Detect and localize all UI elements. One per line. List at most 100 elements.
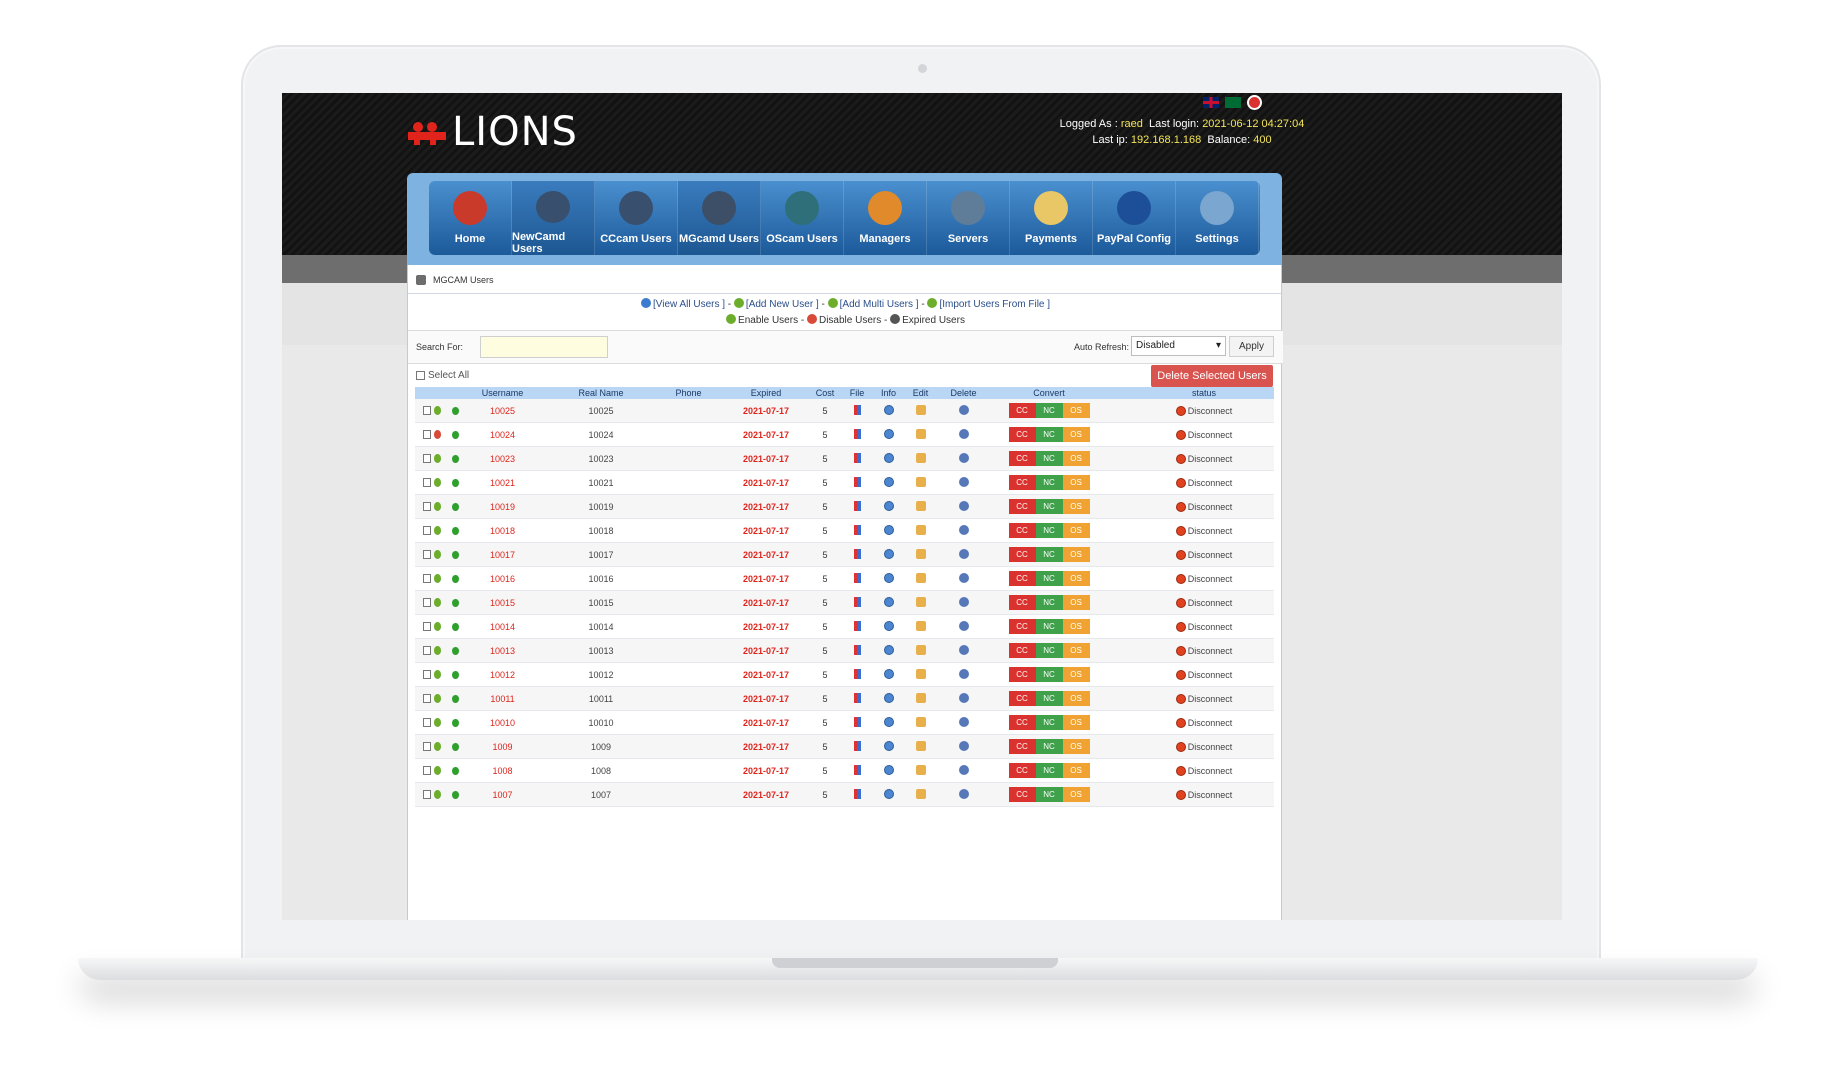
dollar-icon[interactable] bbox=[452, 694, 459, 703]
dollar-icon[interactable] bbox=[452, 406, 459, 415]
convert-nc-button[interactable]: NC bbox=[1035, 403, 1063, 418]
nav-item-oscam-users[interactable]: OScam Users bbox=[761, 181, 844, 255]
info-icon[interactable] bbox=[883, 452, 894, 463]
delete-icon[interactable] bbox=[958, 644, 969, 655]
file-icon[interactable] bbox=[853, 740, 861, 751]
status-disconnect[interactable]: Disconnect bbox=[1188, 622, 1233, 632]
info-icon[interactable] bbox=[883, 644, 894, 655]
convert-nc-button[interactable]: NC bbox=[1035, 547, 1063, 562]
edit-icon[interactable] bbox=[915, 620, 926, 631]
edit-icon[interactable] bbox=[915, 596, 926, 607]
apply-button[interactable]: Apply bbox=[1229, 336, 1274, 357]
convert-cc-button[interactable]: CC bbox=[1008, 475, 1036, 490]
convert-nc-button[interactable]: NC bbox=[1035, 691, 1063, 706]
dollar-icon[interactable] bbox=[452, 502, 459, 511]
delete-icon[interactable] bbox=[958, 428, 969, 439]
info-icon[interactable] bbox=[883, 548, 894, 559]
row-checkbox[interactable] bbox=[423, 598, 431, 607]
edit-icon[interactable] bbox=[915, 788, 926, 799]
info-icon[interactable] bbox=[883, 428, 894, 439]
convert-nc-button[interactable]: NC bbox=[1035, 715, 1063, 730]
info-icon[interactable] bbox=[883, 668, 894, 679]
username[interactable]: 10014 bbox=[459, 622, 546, 632]
convert-os-button[interactable]: OS bbox=[1062, 451, 1090, 466]
convert-cc-button[interactable]: CC bbox=[1008, 763, 1036, 778]
convert-os-button[interactable]: OS bbox=[1062, 667, 1090, 682]
username[interactable]: 1007 bbox=[459, 790, 546, 800]
dollar-icon[interactable] bbox=[452, 742, 459, 751]
site-logo[interactable]: LIONS bbox=[408, 109, 578, 155]
file-icon[interactable] bbox=[853, 452, 861, 463]
row-checkbox[interactable] bbox=[423, 766, 431, 775]
delete-icon[interactable] bbox=[958, 692, 969, 703]
delete-icon[interactable] bbox=[958, 764, 969, 775]
edit-icon[interactable] bbox=[915, 404, 926, 415]
convert-cc-button[interactable]: CC bbox=[1008, 451, 1036, 466]
info-icon[interactable] bbox=[883, 572, 894, 583]
row-checkbox[interactable] bbox=[423, 526, 431, 535]
status-disconnect[interactable]: Disconnect bbox=[1188, 766, 1233, 776]
dollar-icon[interactable] bbox=[452, 526, 459, 535]
file-icon[interactable] bbox=[853, 620, 861, 631]
dollar-icon[interactable] bbox=[452, 646, 459, 655]
row-checkbox[interactable] bbox=[423, 550, 431, 559]
convert-os-button[interactable]: OS bbox=[1062, 523, 1090, 538]
edit-icon[interactable] bbox=[915, 524, 926, 535]
delete-icon[interactable] bbox=[958, 596, 969, 607]
username[interactable]: 10015 bbox=[459, 598, 546, 608]
convert-os-button[interactable]: OS bbox=[1062, 403, 1090, 418]
convert-nc-button[interactable]: NC bbox=[1035, 763, 1063, 778]
status-disconnect[interactable]: Disconnect bbox=[1188, 598, 1233, 608]
convert-nc-button[interactable]: NC bbox=[1035, 571, 1063, 586]
convert-os-button[interactable]: OS bbox=[1062, 427, 1090, 442]
status-disconnect[interactable]: Disconnect bbox=[1188, 502, 1233, 512]
dollar-icon[interactable] bbox=[452, 430, 459, 439]
edit-icon[interactable] bbox=[915, 572, 926, 583]
file-icon[interactable] bbox=[853, 476, 861, 487]
status-disconnect[interactable]: Disconnect bbox=[1188, 742, 1233, 752]
nav-item-cccam-users[interactable]: CCcam Users bbox=[595, 181, 678, 255]
status-disconnect[interactable]: Disconnect bbox=[1188, 526, 1233, 536]
status-disconnect[interactable]: Disconnect bbox=[1188, 550, 1233, 560]
status-disconnect[interactable]: Disconnect bbox=[1188, 694, 1233, 704]
row-checkbox[interactable] bbox=[423, 646, 431, 655]
username[interactable]: 10025 bbox=[459, 406, 546, 416]
file-icon[interactable] bbox=[853, 716, 861, 727]
row-checkbox[interactable] bbox=[423, 502, 431, 511]
dollar-icon[interactable] bbox=[452, 622, 459, 631]
info-icon[interactable] bbox=[883, 476, 894, 487]
convert-nc-button[interactable]: NC bbox=[1035, 499, 1063, 514]
enable-users-link[interactable]: Enable Users bbox=[738, 315, 798, 326]
status-disconnect[interactable]: Disconnect bbox=[1188, 670, 1233, 680]
info-icon[interactable] bbox=[883, 788, 894, 799]
row-checkbox[interactable] bbox=[423, 406, 431, 415]
edit-icon[interactable] bbox=[915, 764, 926, 775]
username[interactable]: 10023 bbox=[459, 454, 546, 464]
convert-cc-button[interactable]: CC bbox=[1008, 739, 1036, 754]
username[interactable]: 1008 bbox=[459, 766, 546, 776]
convert-os-button[interactable]: OS bbox=[1062, 763, 1090, 778]
convert-cc-button[interactable]: CC bbox=[1008, 403, 1036, 418]
nav-item-managers[interactable]: Managers bbox=[844, 181, 927, 255]
file-icon[interactable] bbox=[853, 644, 861, 655]
convert-os-button[interactable]: OS bbox=[1062, 475, 1090, 490]
info-icon[interactable] bbox=[883, 764, 894, 775]
convert-cc-button[interactable]: CC bbox=[1008, 499, 1036, 514]
file-icon[interactable] bbox=[853, 668, 861, 679]
edit-icon[interactable] bbox=[915, 716, 926, 727]
nav-item-payments[interactable]: Payments bbox=[1010, 181, 1093, 255]
delete-selected-button[interactable]: Delete Selected Users bbox=[1151, 365, 1273, 387]
row-checkbox[interactable] bbox=[423, 478, 431, 487]
status-disconnect[interactable]: Disconnect bbox=[1188, 718, 1233, 728]
dollar-icon[interactable] bbox=[452, 718, 459, 727]
info-icon[interactable] bbox=[883, 620, 894, 631]
select-all-checkbox[interactable] bbox=[416, 371, 425, 380]
dollar-icon[interactable] bbox=[452, 478, 459, 487]
edit-icon[interactable] bbox=[915, 428, 926, 439]
convert-os-button[interactable]: OS bbox=[1062, 619, 1090, 634]
info-icon[interactable] bbox=[883, 524, 894, 535]
status-disconnect[interactable]: Disconnect bbox=[1188, 646, 1233, 656]
add-multi-users-link[interactable]: [Add Multi Users ] bbox=[840, 299, 919, 310]
delete-icon[interactable] bbox=[958, 500, 969, 511]
search-input[interactable] bbox=[480, 336, 608, 358]
